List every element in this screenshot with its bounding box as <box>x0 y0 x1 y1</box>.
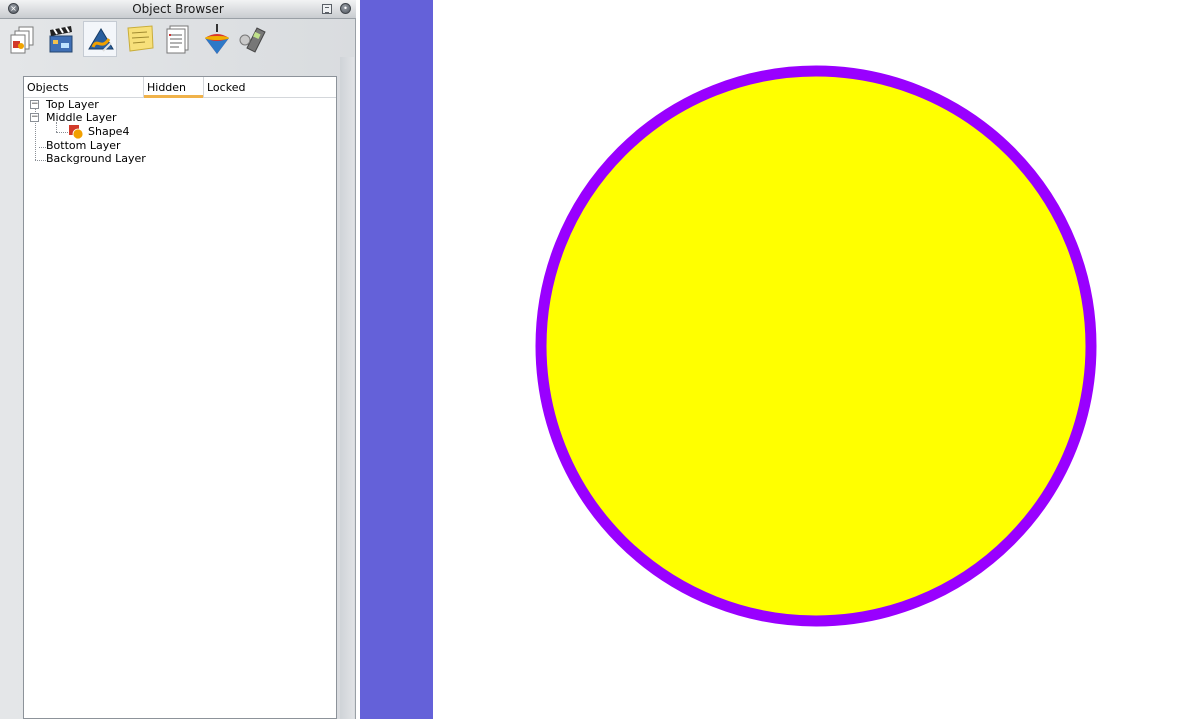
list-document-icon <box>166 25 189 54</box>
properties-tool[interactable] <box>161 21 195 57</box>
tree-item-background-layer[interactable]: Background Layer <box>46 152 146 166</box>
tree-item-label: Shape4 <box>88 125 130 138</box>
panel-toolbar <box>6 21 306 57</box>
sticky-note-icon <box>127 25 154 52</box>
panel-titlebar[interactable]: × Object Browser • <box>0 0 356 19</box>
circle-shape[interactable] <box>535 65 1097 627</box>
spinning-top-tool[interactable] <box>200 21 234 57</box>
pages-tool[interactable] <box>6 21 40 57</box>
object-browser-panel: × Object Browser • Objects Hidden Locked… <box>0 0 356 719</box>
panel-scrollbar[interactable] <box>340 57 354 719</box>
column-objects[interactable]: Objects <box>24 77 144 97</box>
pasteboard <box>360 0 433 719</box>
collapse-icon[interactable]: − <box>30 100 39 109</box>
spinning-top-icon <box>205 24 229 54</box>
tree-item-label: Top Layer <box>46 98 99 111</box>
animation-tool[interactable] <box>44 21 78 57</box>
clapperboard-icon <box>49 26 73 53</box>
column-hidden[interactable]: Hidden <box>144 77 204 98</box>
voting-tool[interactable] <box>236 21 270 57</box>
tree-header: Objects Hidden Locked <box>24 77 336 98</box>
notes-tool[interactable] <box>122 21 156 57</box>
shape-icon <box>69 125 84 140</box>
tree-item-label: Middle Layer <box>46 111 117 124</box>
tree-item-label: Bottom Layer <box>46 139 121 152</box>
pages-icon <box>10 26 34 54</box>
objects-icon <box>88 28 114 52</box>
collapse-icon[interactable]: − <box>30 113 39 122</box>
dock-icon[interactable] <box>322 4 332 14</box>
page-canvas[interactable] <box>433 0 1178 719</box>
pin-icon[interactable]: • <box>340 3 351 14</box>
tree-connector <box>39 147 46 148</box>
panel-title: Object Browser <box>132 2 224 16</box>
handset-icon <box>239 27 266 53</box>
tree-item-label: Background Layer <box>46 152 146 165</box>
tree-connector <box>35 160 46 161</box>
column-locked[interactable]: Locked <box>204 77 336 97</box>
tree-item-bottom-layer[interactable]: Bottom Layer <box>46 139 121 153</box>
objects-tool[interactable] <box>83 21 117 57</box>
tree-connector <box>56 132 68 133</box>
object-tree[interactable]: Objects Hidden Locked − Top Layer − Midd… <box>23 76 337 719</box>
